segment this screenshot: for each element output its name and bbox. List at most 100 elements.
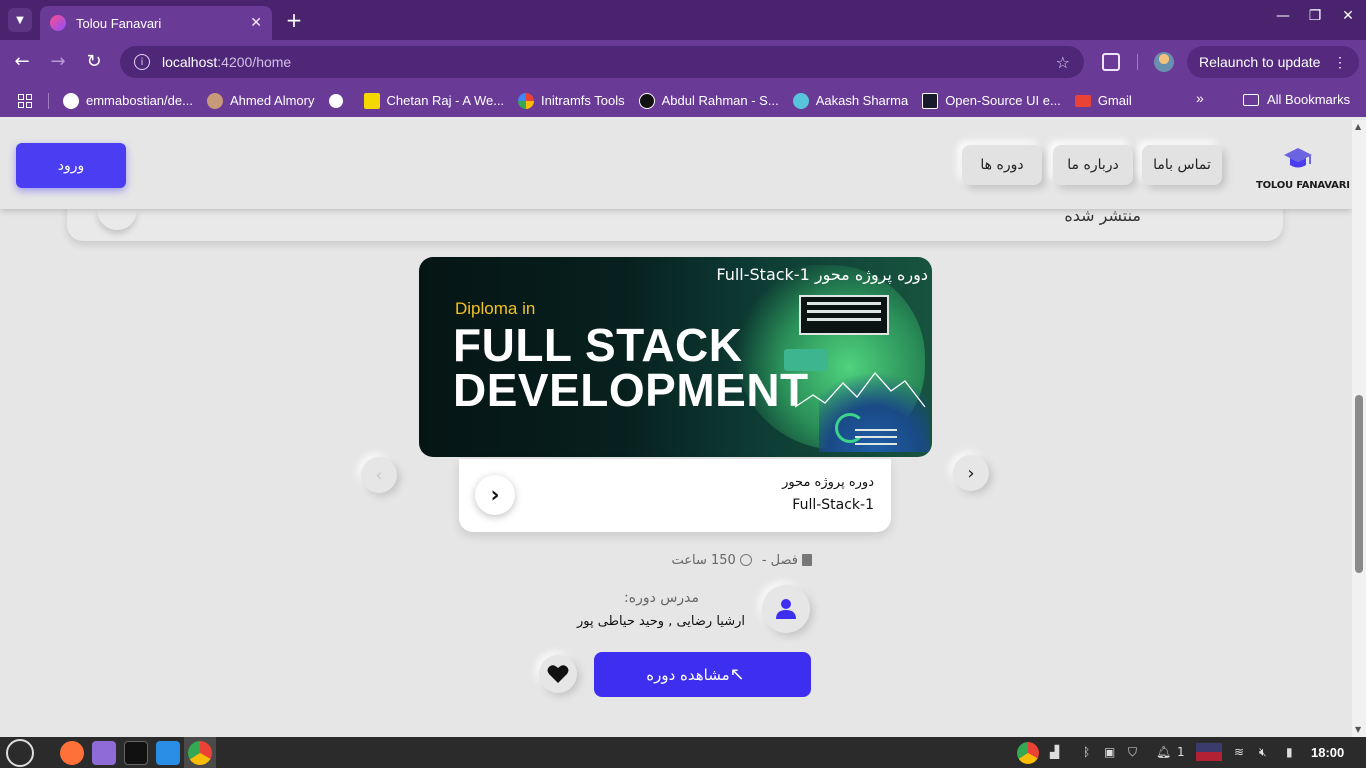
bookmark-star-icon[interactable]: ☆: [1056, 53, 1070, 72]
scroll-up-icon[interactable]: ▲: [1355, 122, 1361, 131]
profile-avatar[interactable]: [1154, 52, 1174, 72]
scrollbar-thumb[interactable]: [1355, 395, 1363, 573]
login-button[interactable]: ورود: [16, 143, 126, 188]
start-menu-icon[interactable]: [6, 739, 34, 767]
site-header: ورود دوره ها درباره ما تماس باما TOLOU F…: [0, 120, 1352, 209]
site-favicon-icon: [50, 15, 66, 31]
nav-courses[interactable]: دوره ها: [962, 145, 1042, 185]
browser-tab[interactable]: Tolou Fanavari ✕: [40, 6, 272, 40]
logo-text: TOLOU FANAVARI: [1256, 180, 1350, 191]
line-graph-icon: [795, 371, 926, 408]
clipboard-icon[interactable]: ▣: [1104, 745, 1115, 759]
apps-grid-icon[interactable]: [18, 93, 32, 108]
new-tab-button[interactable]: +: [282, 8, 306, 32]
bookmark-item[interactable]: emmabostian/de...: [63, 92, 193, 109]
folder-icon: [1243, 93, 1259, 106]
course-card-title: دوره پروژه محور: [782, 475, 874, 490]
carousel-prev-button[interactable]: ‹: [361, 457, 397, 493]
firefox-icon[interactable]: [60, 741, 84, 765]
os-taskbar: ▟ ᛒ ▣ ⛉ 🔔︎ 1 ≋ 🔇︎ ▮ 18:00: [0, 737, 1366, 768]
chevron-right-icon[interactable]: ›: [475, 475, 515, 515]
graduation-cap-icon: [1284, 148, 1312, 168]
terminal-icon[interactable]: [124, 741, 148, 765]
notification-icon[interactable]: 🔔︎: [1156, 745, 1171, 759]
user-icon: [776, 599, 796, 619]
menu-kebab-icon: ⋮: [1333, 53, 1347, 70]
course-banner-image[interactable]: Diploma in FULL STACK DEVELOPMENT دوره پ…: [419, 257, 932, 457]
minimize-icon[interactable]: —: [1271, 8, 1295, 24]
bookmark-item[interactable]: [328, 93, 350, 108]
bookmark-item[interactable]: Gmail: [1074, 93, 1132, 108]
all-bookmarks[interactable]: All Bookmarks: [1243, 92, 1350, 107]
files-icon[interactable]: [92, 741, 116, 765]
site-logo[interactable]: TOLOU FANAVARI: [1256, 144, 1350, 194]
vscode-icon[interactable]: [156, 741, 180, 765]
github-icon: [63, 92, 79, 109]
chrome-tray-icon[interactable]: [1017, 742, 1039, 764]
bookmark-item[interactable]: Aakash Sharma: [792, 92, 908, 109]
chapters-icon: [802, 554, 812, 566]
banner-diploma-text: Diploma in: [455, 299, 536, 318]
nav-contact[interactable]: تماس باما: [1142, 145, 1222, 185]
restore-icon[interactable]: ❐: [1303, 8, 1327, 24]
ui-icon: [922, 92, 939, 109]
bookmarks-divider: [48, 92, 49, 109]
close-tab-icon[interactable]: ✕: [250, 15, 262, 31]
forward-icon[interactable]: →: [46, 50, 70, 74]
more-bookmarks-icon[interactable]: »: [1196, 90, 1204, 106]
scroll-down-icon[interactable]: ▼: [1355, 725, 1361, 734]
battery-icon[interactable]: ▮: [1286, 745, 1293, 759]
bookmark-item[interactable]: Open-Source UI e...: [922, 92, 1061, 109]
wifi-icon[interactable]: ≋: [1234, 745, 1244, 759]
us-flag-icon[interactable]: [1196, 743, 1222, 761]
arrow-up-left-icon: ↖: [729, 664, 745, 685]
globe-icon: [328, 93, 343, 108]
close-window-icon[interactable]: ✕: [1336, 8, 1360, 24]
teacher-label: مدرس دوره:: [624, 590, 699, 606]
card-button-shadow: [97, 210, 137, 230]
notification-count: 1: [1177, 745, 1185, 759]
avatar-icon: [206, 92, 223, 109]
google-icon: [518, 92, 535, 109]
system-monitor-icon[interactable]: ▟: [1050, 745, 1059, 759]
browser-toolbar: ← → ↻ i localhost:4200/home ☆ Relaunch t…: [0, 40, 1366, 84]
teacher-names: ارشیا رضایی , وحید حیاطی پور: [577, 614, 745, 629]
document-icon: [799, 295, 889, 335]
chrome-icon[interactable]: [188, 741, 212, 765]
browser-tab-bar: ▼ Tolou Fanavari ✕ + — ❐ ✕: [0, 0, 1366, 40]
reload-icon[interactable]: ↻: [82, 50, 106, 74]
yellow-square-icon: [363, 92, 380, 109]
page-scrollbar[interactable]: ▲ ▼: [1352, 120, 1366, 737]
relaunch-button[interactable]: Relaunch to update ⋮: [1187, 46, 1359, 78]
address-bar[interactable]: i localhost:4200/home ☆: [120, 46, 1084, 78]
tab-search-button[interactable]: ▼: [8, 8, 32, 32]
site-info-icon[interactable]: i: [134, 54, 150, 70]
course-meta: فصل - 150 ساعت: [660, 551, 812, 569]
banner-headline: FULL STACK DEVELOPMENT: [453, 319, 809, 416]
course-info-card[interactable]: › دوره پروژه محور Full-Stack-1: [459, 459, 891, 532]
carousel-next-button[interactable]: ›: [953, 455, 989, 491]
bookmark-item[interactable]: Ahmed Almory: [206, 92, 315, 109]
letter-a-icon: [638, 92, 655, 109]
tab-title: Tolou Fanavari: [76, 15, 162, 31]
bookmark-item[interactable]: Chetan Raj - A We...: [363, 92, 504, 109]
nav-about[interactable]: درباره ما: [1053, 145, 1133, 185]
bookmark-item[interactable]: Initramfs Tools: [518, 92, 625, 109]
back-icon[interactable]: ←: [10, 50, 34, 74]
clock: 18:00: [1311, 745, 1345, 760]
volume-muted-icon[interactable]: 🔇︎: [1259, 745, 1267, 760]
hours-text: 150 ساعت: [671, 552, 736, 568]
extensions-icon[interactable]: [1102, 53, 1120, 71]
shield-icon[interactable]: ⛉: [1128, 745, 1137, 760]
url-text[interactable]: localhost:4200/home: [162, 54, 1056, 70]
bluetooth-icon[interactable]: ᛒ: [1083, 745, 1090, 759]
page-viewport: منتشر شده ورود دوره ها درباره ما تماس با…: [0, 120, 1352, 737]
view-course-label: مشاهده دوره: [646, 665, 730, 684]
relaunch-label: Relaunch to update: [1199, 54, 1321, 70]
chapters-text: فصل -: [761, 552, 798, 568]
gmail-icon: [1074, 94, 1091, 107]
favorite-heart-button[interactable]: [539, 655, 577, 693]
view-course-button[interactable]: مشاهده دوره ↖: [594, 652, 811, 697]
heart-icon: [547, 665, 569, 683]
bookmark-item[interactable]: Abdul Rahman - S...: [638, 92, 779, 109]
